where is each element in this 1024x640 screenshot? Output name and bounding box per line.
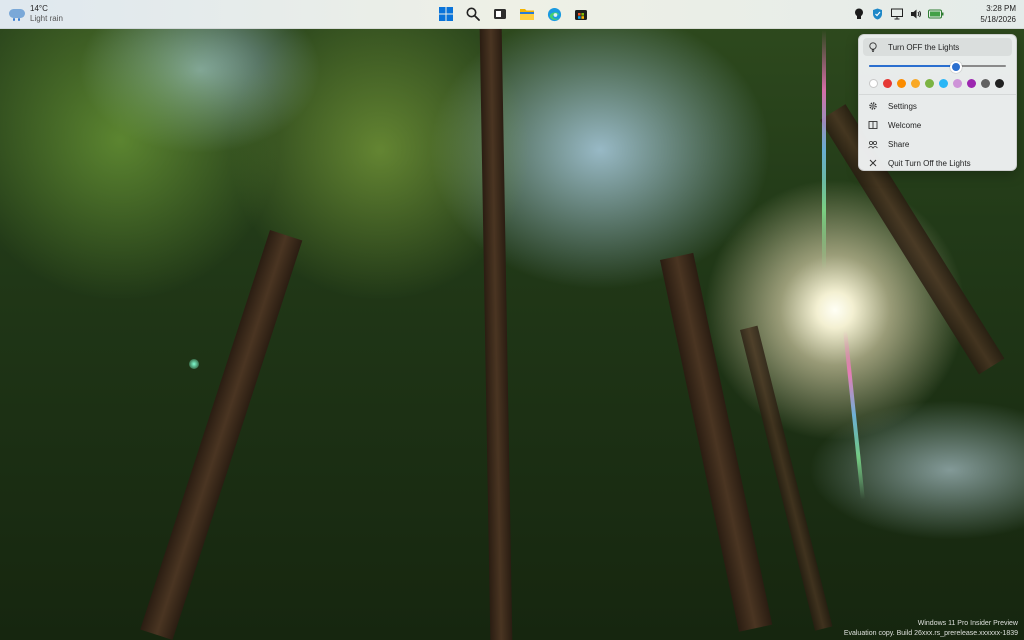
menu-item-label: Turn OFF the Lights: [888, 42, 960, 52]
brightness-slider[interactable]: [869, 61, 1006, 73]
task-view-icon[interactable]: [490, 4, 510, 24]
tree-trunk: [479, 28, 513, 640]
menu-item-label: Quit Turn Off the Lights: [888, 158, 971, 168]
lightbulb-icon: [868, 42, 878, 52]
menu-separator: [859, 94, 1016, 95]
file-explorer-icon[interactable]: [517, 4, 537, 24]
clock-date: 5/18/2026: [980, 15, 1016, 24]
color-swatch[interactable]: [883, 79, 892, 88]
slider-thumb[interactable]: [949, 61, 962, 73]
clock[interactable]: 3:28 PM 5/18/2026: [980, 3, 1016, 25]
color-swatches: [869, 79, 1009, 89]
menu-item-label: Settings: [888, 101, 917, 111]
menu-item-share[interactable]: Share: [863, 135, 1012, 153]
store-icon[interactable]: [571, 4, 591, 24]
lens-flare-dot: [189, 359, 199, 369]
color-swatch[interactable]: [981, 79, 990, 88]
weather-widget[interactable]: 14°C Light rain: [8, 3, 63, 25]
color-swatch[interactable]: [869, 79, 878, 88]
color-swatch[interactable]: [995, 79, 1004, 88]
menu-item-label: Share: [888, 139, 910, 149]
taskbar: 14°C Light rain 3:28 PM 5/18/2026: [0, 0, 1024, 29]
tree-trunk: [140, 230, 303, 640]
windows-start-icon[interactable]: [436, 4, 456, 24]
share-icon: [868, 139, 878, 149]
lens-flare: [843, 330, 865, 500]
lightbulb-icon[interactable]: [852, 8, 865, 21]
lens-flare: [822, 30, 826, 270]
menu-item-label: Welcome: [888, 120, 922, 130]
color-swatch[interactable]: [911, 79, 920, 88]
evaluation-watermark-line2: Evaluation copy. Build 26xxx.rs_prerelea…: [843, 630, 1018, 637]
evaluation-watermark-line1: Windows 11 Pro Insider Preview: [917, 620, 1018, 627]
menu-item-settings[interactable]: Settings: [863, 97, 1012, 115]
shield-icon[interactable]: [871, 8, 884, 21]
volume-icon[interactable]: [909, 8, 922, 21]
weather-condition: Light rain: [30, 14, 63, 23]
menu-item-turn-off-lights[interactable]: Turn OFF the Lights: [863, 38, 1012, 56]
clock-time: 3:28 PM: [986, 4, 1016, 13]
color-swatch[interactable]: [967, 79, 976, 88]
book-icon: [868, 120, 878, 130]
rain-cloud-icon: [8, 7, 26, 21]
search-icon[interactable]: [463, 4, 483, 24]
monitor-icon[interactable]: [890, 8, 903, 21]
color-swatch[interactable]: [925, 79, 934, 88]
close-icon: [868, 158, 878, 168]
color-swatch[interactable]: [953, 79, 962, 88]
slider-fill: [869, 65, 954, 67]
gear-icon: [868, 101, 878, 111]
system-tray: [852, 7, 944, 21]
color-swatch[interactable]: [939, 79, 948, 88]
color-swatch[interactable]: [897, 79, 906, 88]
taskbar-pinned-apps: [436, 4, 591, 24]
tree-trunk: [660, 252, 773, 632]
turn-off-lights-menu: Turn OFF the Lights Settings Welcome Sha…: [858, 34, 1017, 171]
weather-temperature: 14°C: [30, 4, 48, 13]
menu-item-quit[interactable]: Quit Turn Off the Lights: [863, 154, 1012, 172]
menu-item-welcome[interactable]: Welcome: [863, 116, 1012, 134]
battery-icon[interactable]: [928, 8, 944, 21]
edge-browser-icon[interactable]: [544, 4, 564, 24]
